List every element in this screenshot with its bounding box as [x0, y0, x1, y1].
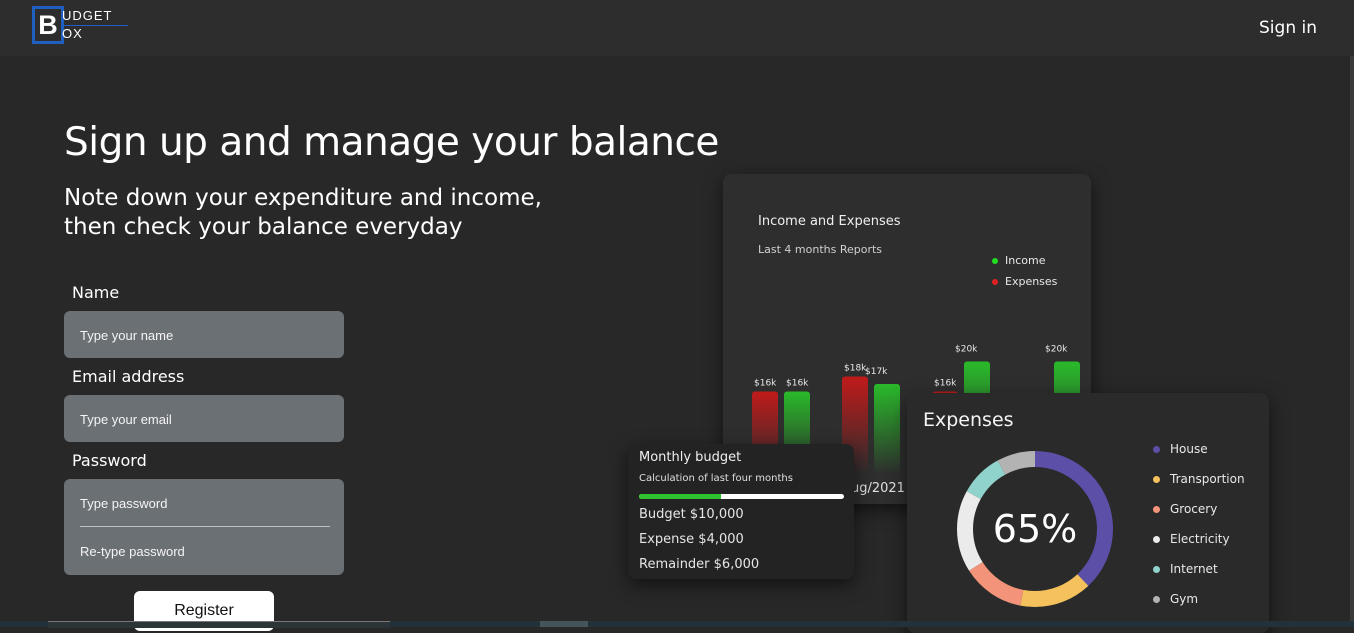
logo-letter: B [32, 6, 64, 44]
email-field-box [64, 395, 344, 442]
expense-bar-label: $18k [844, 364, 867, 374]
monthly-budget-card: Monthly budget Calculation of last four … [628, 444, 854, 579]
sign-in-link[interactable]: Sign in [1259, 18, 1317, 38]
legend-label: Electricity [1170, 532, 1230, 546]
password-label: Password [72, 451, 147, 470]
password-field-box [64, 479, 344, 575]
remainder-line: Remainder $6,000 [639, 557, 760, 572]
income-bar-label: $20k [1045, 345, 1068, 355]
income-bar [874, 384, 900, 474]
top-navbar: B UDGET OX Sign in [0, 0, 1354, 56]
expenses-card: Expenses 65% House Transportion Grocery Ele… [907, 393, 1269, 633]
subtitle-line-2: then check your balance everyday [64, 214, 463, 240]
expense-line: Expense $4,000 [639, 532, 744, 547]
page-subtitle: Note down your expenditure and income, t… [64, 184, 584, 242]
legend-label: Gym [1170, 592, 1199, 606]
legend-dot [1153, 596, 1160, 603]
password-input[interactable] [80, 492, 330, 514]
legend-dot [1153, 566, 1160, 573]
expenses-legend-item: Electricity [1153, 532, 1230, 546]
income-bar-label: $17k [865, 367, 888, 377]
retype-password-input[interactable] [80, 540, 330, 562]
email-label: Email address [72, 367, 185, 386]
bottom-taskbar-strip [0, 621, 1354, 628]
legend-label: Grocery [1170, 502, 1218, 516]
expenses-legend-item: Transportion [1153, 472, 1245, 486]
expenses-legend-item: Internet [1153, 562, 1218, 576]
expenses-card-title: Expenses [923, 409, 1014, 431]
expense-bar-label: $16k [934, 379, 957, 389]
password-divider [80, 526, 330, 527]
income-bar-label: $16k [786, 379, 809, 389]
x-axis-label: ug/2021 [851, 481, 905, 496]
expense-bar-label: $16k [754, 379, 777, 389]
name-input[interactable] [80, 324, 330, 346]
budget-line: Budget $10,000 [639, 507, 744, 522]
name-field-box [64, 311, 344, 358]
monthly-budget-subtitle: Calculation of last four months [639, 473, 793, 484]
legend-dot [1153, 536, 1160, 543]
budget-progress-bar [639, 494, 844, 499]
taskbar-segment [540, 621, 588, 627]
expenses-legend-item: Gym [1153, 592, 1198, 606]
monthly-budget-title: Monthly budget [639, 450, 742, 465]
legend-dot [1153, 506, 1160, 513]
donut-percent: 65% [992, 507, 1078, 551]
name-label: Name [72, 283, 120, 302]
legend-label: Transportion [1170, 472, 1245, 486]
legend-dot [1153, 446, 1160, 453]
income-bar-label: $20k [955, 345, 978, 355]
budget-box-logo[interactable]: B UDGET OX [32, 6, 132, 46]
expenses-legend-item: House [1153, 442, 1208, 456]
logo-text-bottom: OX [62, 26, 83, 41]
page-scrollbar[interactable] [1350, 56, 1354, 627]
legend-label: House [1170, 442, 1208, 456]
subtitle-line-1: Note down your expenditure and income, [64, 185, 542, 211]
legend-label: Internet [1170, 562, 1218, 576]
budget-progress-fill [639, 494, 721, 499]
email-input[interactable] [80, 408, 330, 430]
expenses-legend-item: Grocery [1153, 502, 1217, 516]
logo-text-top: UDGET [62, 8, 113, 23]
legend-dot [1153, 476, 1160, 483]
page-title: Sign up and manage your balance [64, 120, 719, 165]
